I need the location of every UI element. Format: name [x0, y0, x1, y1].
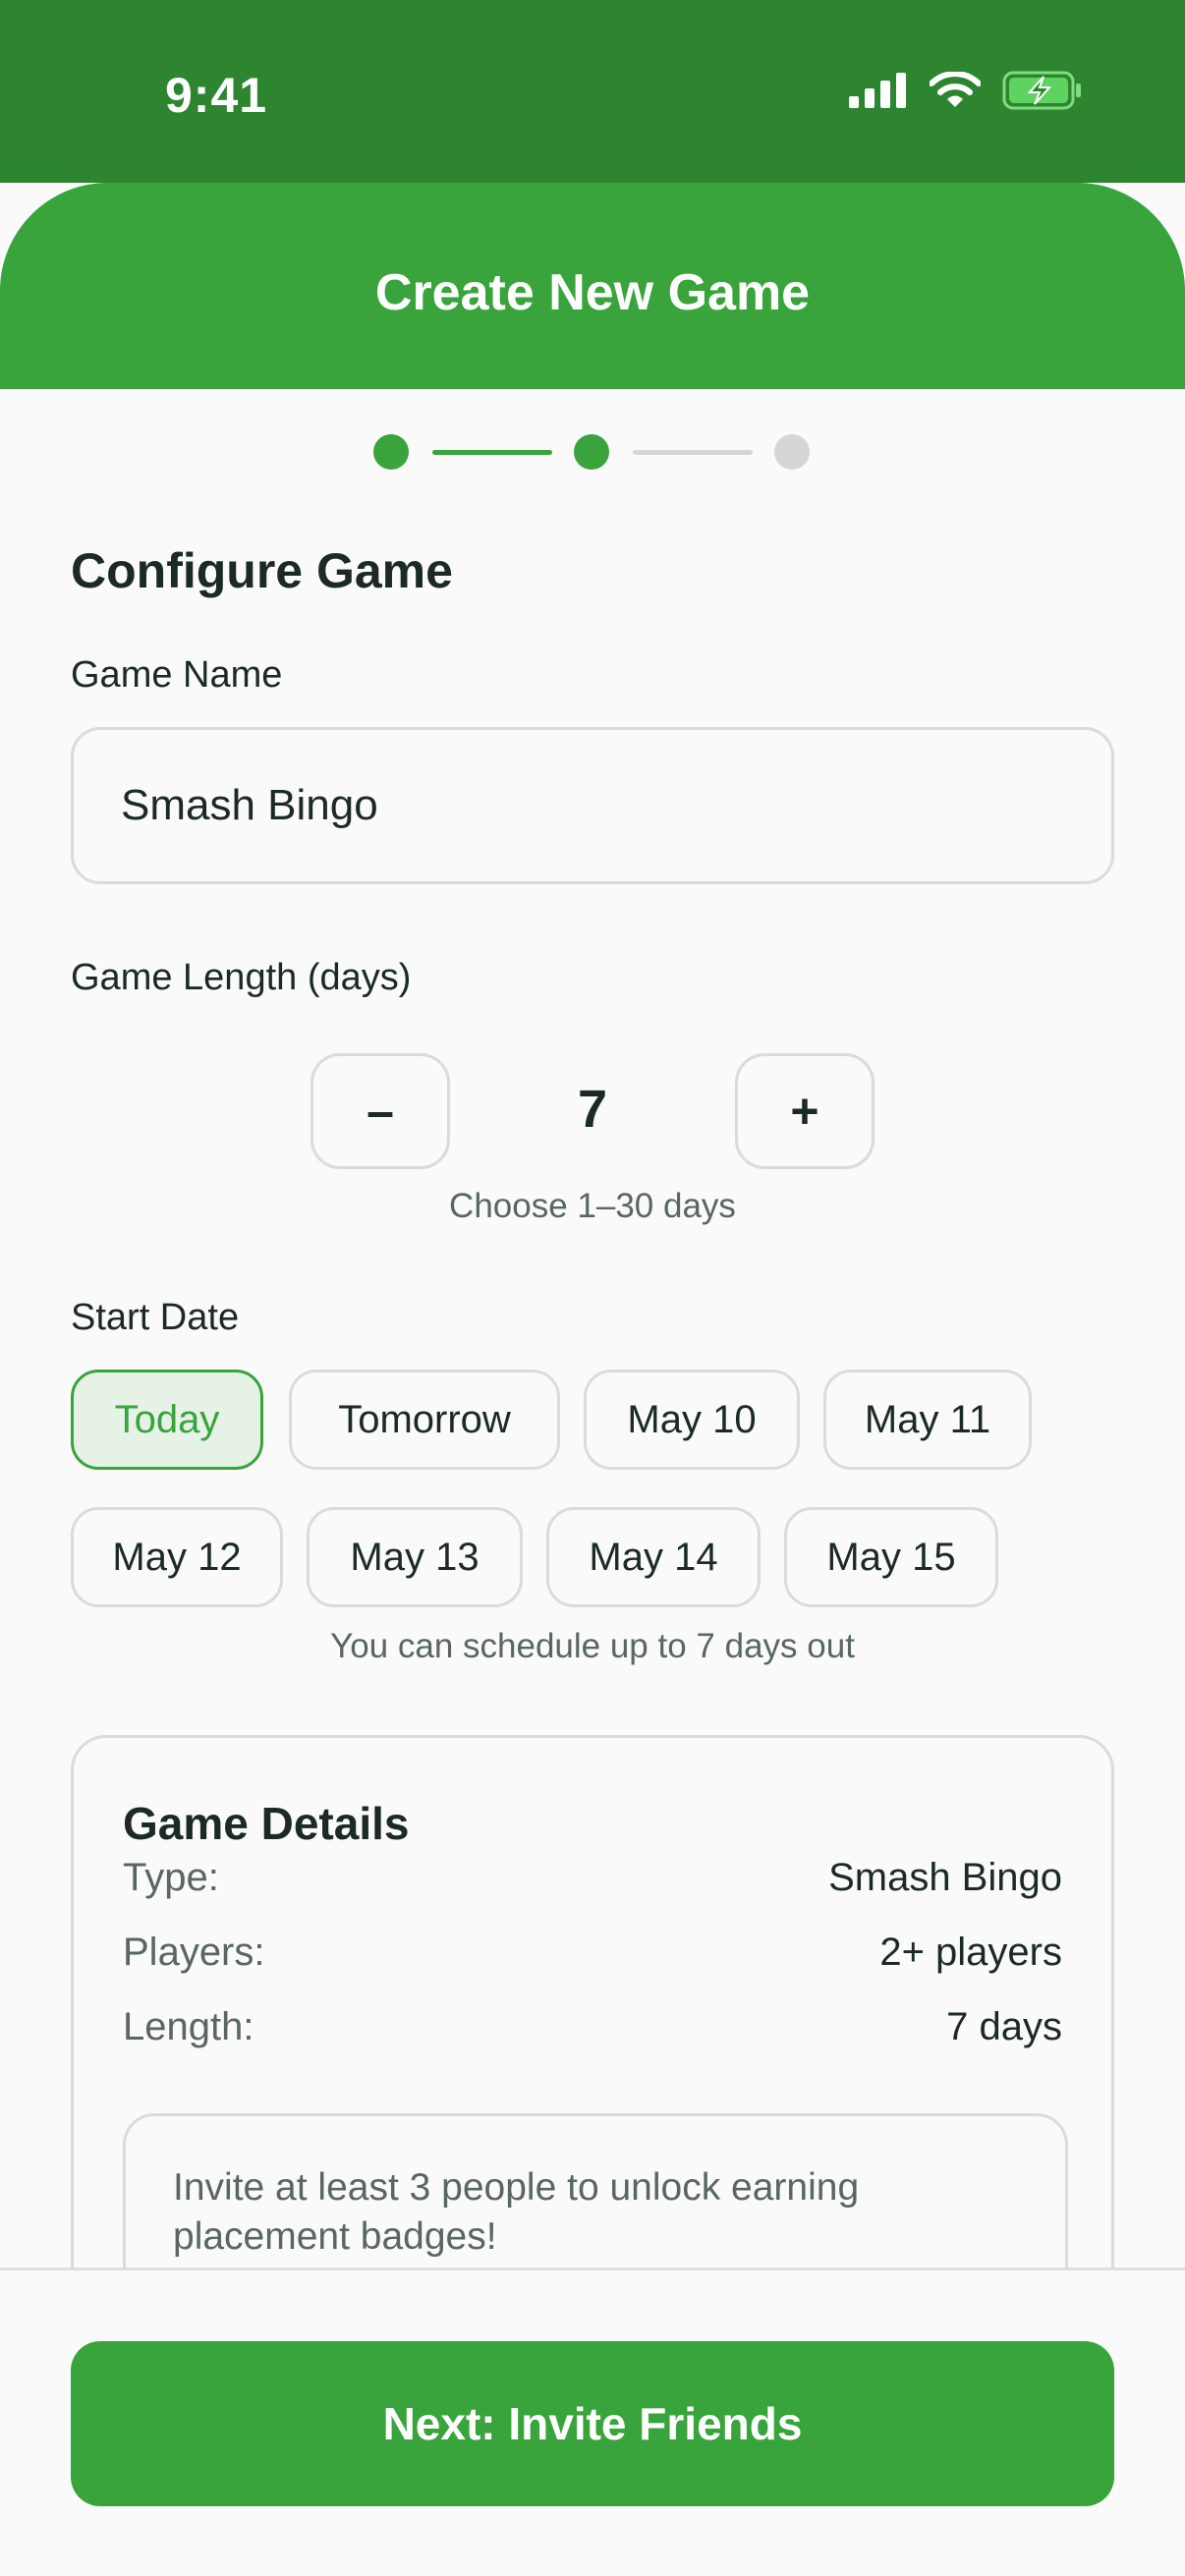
- detail-row-type: Type: Smash Bingo: [123, 1856, 1062, 1900]
- date-chip-may-11[interactable]: May 11: [823, 1370, 1032, 1470]
- status-icons: [849, 71, 1083, 110]
- game-length-label: Game Length (days): [71, 957, 412, 998]
- increment-button[interactable]: +: [735, 1053, 875, 1169]
- game-name-input[interactable]: [71, 727, 1114, 884]
- section-title: Configure Game: [71, 543, 453, 598]
- detail-value: 2+ players: [879, 1931, 1062, 1974]
- date-chip-may-14[interactable]: May 14: [546, 1507, 761, 1607]
- game-details-title: Game Details: [123, 1798, 410, 1849]
- detail-row-length: Length: 7 days: [123, 2005, 1062, 2049]
- wifi-icon: [930, 72, 981, 107]
- start-date-hint: You can schedule up to 7 days out: [330, 1627, 855, 1665]
- step-connector-1: [432, 450, 552, 455]
- step-1-indicator: [373, 434, 409, 470]
- detail-key: Players:: [123, 1931, 265, 1974]
- date-chip-today[interactable]: Today: [71, 1370, 263, 1470]
- game-name-label: Game Name: [71, 654, 283, 696]
- detail-key: Type:: [123, 1856, 219, 1899]
- cellular-signal-icon: [849, 73, 906, 108]
- game-length-value: 7: [577, 1080, 608, 1139]
- date-chip-may-10[interactable]: May 10: [584, 1370, 800, 1470]
- status-bar: 9:41: [0, 0, 1185, 183]
- detail-value: Smash Bingo: [828, 1856, 1062, 1899]
- page-title: Create New Game: [374, 264, 811, 321]
- start-date-label: Start Date: [71, 1297, 240, 1338]
- game-length-hint: Choose 1–30 days: [449, 1187, 736, 1225]
- date-chip-may-12[interactable]: May 12: [71, 1507, 283, 1607]
- date-chip-may-15[interactable]: May 15: [784, 1507, 998, 1607]
- status-time: 9:41: [165, 68, 268, 123]
- date-chip-may-13[interactable]: May 13: [307, 1507, 523, 1607]
- header: Create New Game: [0, 183, 1185, 389]
- step-connector-2: [633, 450, 753, 455]
- bottom-action-bar: Next: Invite Friends: [0, 2268, 1185, 2576]
- battery-charging-icon: [1002, 71, 1081, 110]
- step-2-indicator: [574, 434, 609, 470]
- game-details-card: Game Details Type: Smash Bingo Players: …: [71, 1735, 1114, 2324]
- date-chip-tomorrow[interactable]: Tomorrow: [289, 1370, 560, 1470]
- detail-key: Length:: [123, 2005, 254, 2048]
- detail-value: 7 days: [946, 2005, 1062, 2048]
- step-3-indicator: [774, 434, 810, 470]
- detail-row-players: Players: 2+ players: [123, 1931, 1062, 1975]
- next-invite-friends-button[interactable]: Next: Invite Friends: [71, 2341, 1114, 2506]
- decrement-button[interactable]: –: [310, 1053, 450, 1169]
